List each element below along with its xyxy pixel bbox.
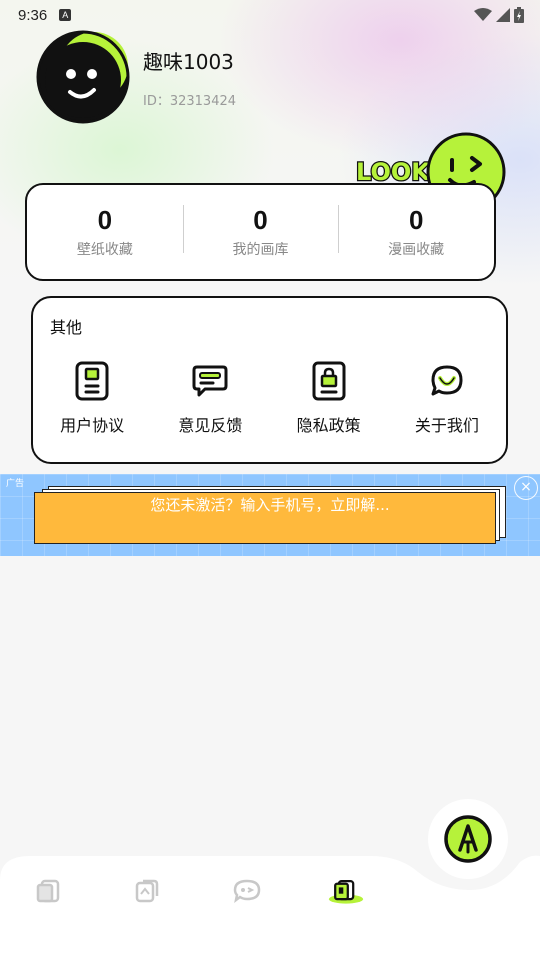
battery-icon <box>514 7 524 23</box>
signal-icon <box>496 8 510 22</box>
stat-value: 0 <box>97 205 113 235</box>
menu-label: 隐私政策 <box>296 416 361 435</box>
pen-create-icon <box>444 815 492 863</box>
lock-document-icon <box>309 360 349 402</box>
stat-wallpaper-favorites[interactable]: 0 壁纸收藏 <box>27 205 183 259</box>
user-id: ID：32313424 <box>143 94 237 109</box>
nav-tab-comic[interactable] <box>229 874 265 908</box>
status-time: 9:36 <box>18 6 48 24</box>
menu-row: 用户协议 意见反馈 隐私政策 关于我们 <box>33 360 506 436</box>
ad-banner[interactable]: 广告 × 您还未激活？输入手机号，立即解... <box>0 474 540 556</box>
status-indicators <box>474 7 524 23</box>
chat-bubble-icon <box>190 360 230 402</box>
username: 趣味1003 <box>143 50 234 74</box>
menu-item-privacy-policy[interactable]: 隐私政策 <box>270 360 388 436</box>
stat-label: 漫画收藏 <box>388 242 445 258</box>
stat-comic-favorites[interactable]: 0 漫画收藏 <box>338 205 494 259</box>
document-icon <box>72 360 112 402</box>
nav-tab-gallery[interactable] <box>129 874 165 908</box>
wallpaper-icon <box>36 879 60 903</box>
menu-label: 关于我们 <box>414 416 479 435</box>
other-section-card: 其他 用户协议 意见反馈 隐私政策 关于我们 <box>31 296 508 464</box>
smile-chat-icon <box>427 360 467 402</box>
menu-item-user-agreement[interactable]: 用户协议 <box>33 360 151 436</box>
stats-card: 0 壁纸收藏 0 我的画库 0 漫画收藏 <box>25 183 496 281</box>
menu-label: 用户协议 <box>60 416 125 435</box>
ad-tag: 广告 <box>6 479 25 489</box>
menu-item-feedback[interactable]: 意见反馈 <box>151 360 269 436</box>
stat-my-gallery[interactable]: 0 我的画库 <box>182 205 339 259</box>
create-fab-button[interactable] <box>428 799 508 879</box>
profile-book-icon <box>328 879 364 904</box>
nav-tab-profile[interactable] <box>328 874 364 908</box>
svg-text:LOOK: LOOK <box>356 158 431 186</box>
notification-a-icon: A <box>59 9 72 21</box>
stat-label: 壁纸收藏 <box>76 242 133 258</box>
stat-value: 0 <box>408 205 424 235</box>
menu-label: 意见反馈 <box>178 416 243 435</box>
gallery-icon <box>135 879 159 903</box>
ad-text: 您还未激活？输入手机号，立即解... <box>150 496 390 514</box>
nav-tab-wallpaper[interactable] <box>31 874 67 908</box>
avatar[interactable] <box>36 30 130 124</box>
status-bar: 9:36 A <box>0 0 540 30</box>
menu-item-about-us[interactable]: 关于我们 <box>388 360 506 436</box>
section-title: 其他 <box>50 318 83 337</box>
stat-label: 我的画库 <box>232 242 289 258</box>
comic-icon <box>233 879 261 903</box>
stat-value: 0 <box>253 205 268 235</box>
wifi-icon <box>474 8 492 21</box>
